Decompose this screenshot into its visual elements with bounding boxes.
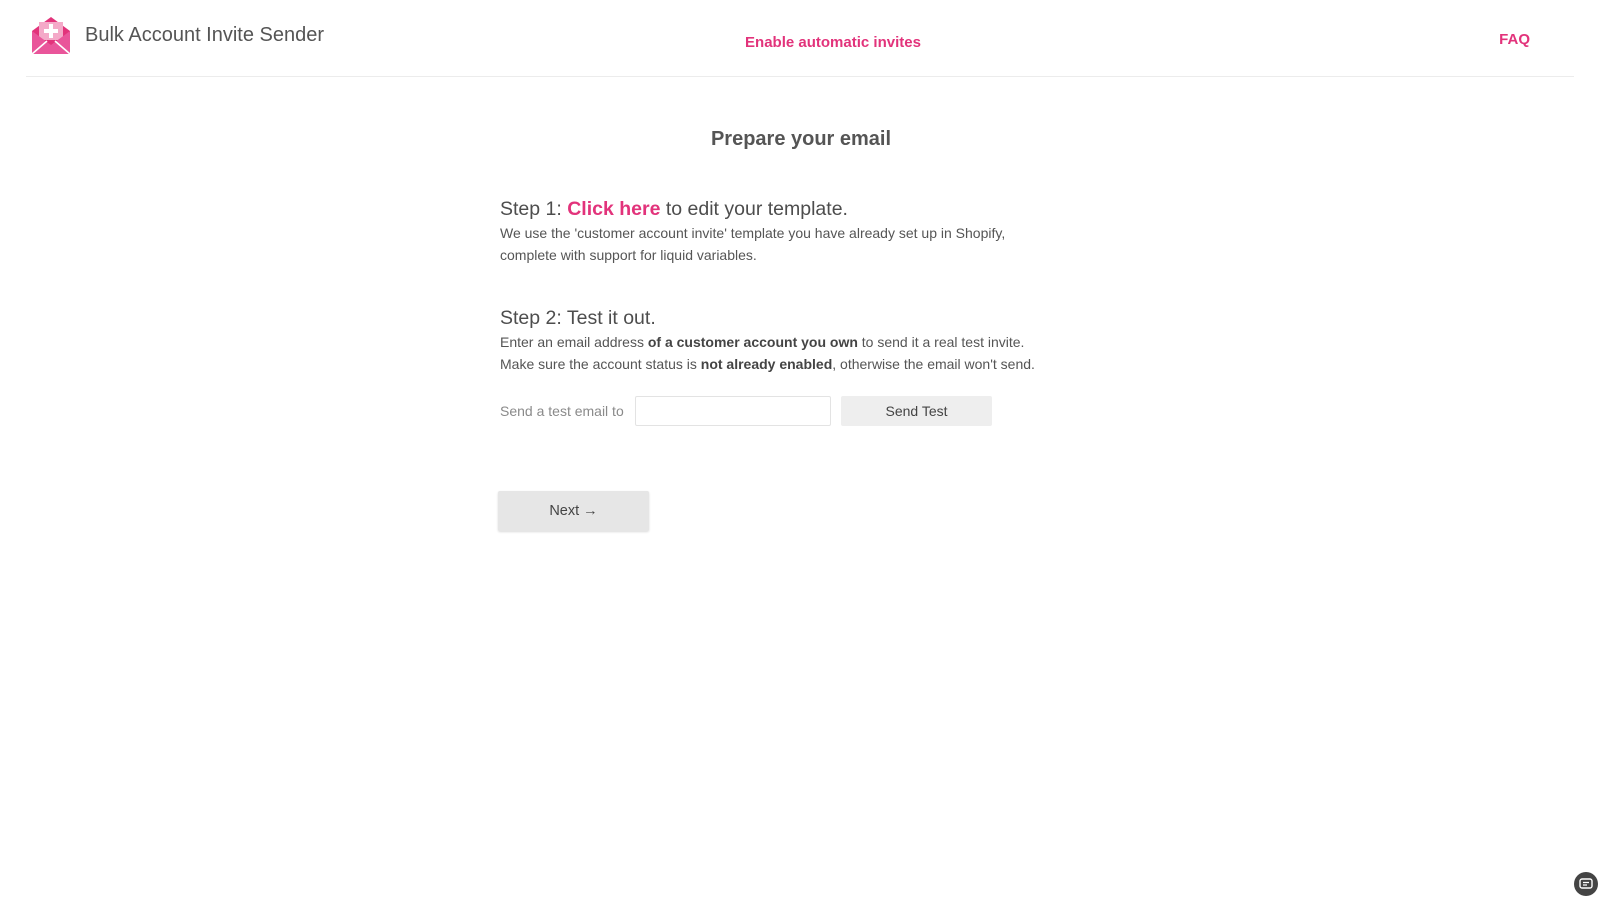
next-button[interactable]: Next → xyxy=(498,491,649,531)
faq-link[interactable]: FAQ xyxy=(1499,31,1530,48)
step2-line2-c: , otherwise the email won't send. xyxy=(832,356,1035,372)
enable-automatic-invites-link[interactable]: Enable automatic invites xyxy=(708,34,958,51)
step1-prefix: Step 1: xyxy=(500,198,562,220)
step1-line2: complete with support for liquid variabl… xyxy=(500,247,757,263)
envelope-plus-icon[interactable] xyxy=(30,14,72,56)
edit-template-link[interactable]: Click here xyxy=(567,198,660,220)
chat-icon-glyph xyxy=(1579,878,1593,889)
app-title: Bulk Account Invite Sender xyxy=(85,24,325,46)
step2-line2-a: Make sure the account status is xyxy=(500,356,697,372)
step2-line1-c: to send it a real test invite. xyxy=(861,334,1025,350)
step2-heading: Step 2: Test it out. xyxy=(500,307,656,329)
send-test-button[interactable]: Send Test xyxy=(841,396,992,426)
step1-line1: We use the 'customer account invite' tem… xyxy=(500,225,1006,241)
test-email-label: Send a test email to xyxy=(500,403,624,419)
test-email-input[interactable] xyxy=(635,396,831,426)
step2-line2-b: not already enabled xyxy=(700,356,833,372)
step2-line1-a: Enter an email address xyxy=(500,334,644,350)
step1-description: We use the 'customer account invite' tem… xyxy=(500,222,1005,266)
chat-icon[interactable] xyxy=(1574,872,1598,896)
step2-line2: Make sure the account status is not alre… xyxy=(500,353,1035,375)
page-title: Prepare your email xyxy=(710,128,892,150)
step2-line1-b: of a customer account you own xyxy=(647,334,858,350)
step1-heading: Step 1: Click here to edit your template… xyxy=(500,198,848,221)
app-header: Bulk Account Invite Sender Enable automa… xyxy=(26,0,1574,77)
step2-line1: Enter an email address of a customer acc… xyxy=(500,331,1035,353)
step2-description: Enter an email address of a customer acc… xyxy=(500,331,1035,375)
step1-suffix: to edit your template. xyxy=(665,198,848,220)
